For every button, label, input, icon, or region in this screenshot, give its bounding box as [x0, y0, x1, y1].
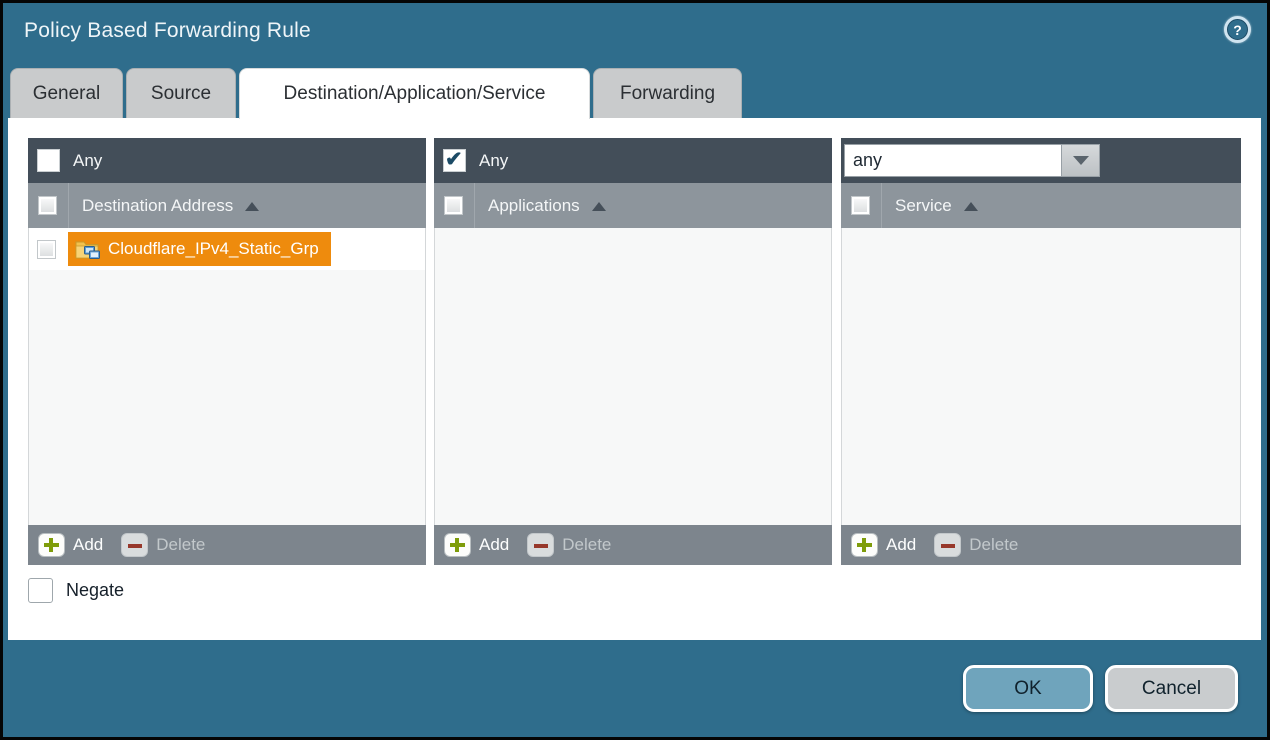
question-mark-icon: ? — [1227, 19, 1248, 40]
header-divider — [68, 183, 69, 228]
service-header-label: Service — [895, 196, 952, 216]
add-button-label: Add — [886, 535, 916, 555]
destination-address-header-label: Destination Address — [82, 196, 233, 216]
delete-button-label: Delete — [156, 535, 205, 555]
ok-button[interactable]: OK — [963, 665, 1093, 712]
delete-button-label: Delete — [562, 535, 611, 555]
service-add-button[interactable]: Add — [851, 533, 916, 557]
tab-source[interactable]: Source — [126, 68, 236, 118]
destination-row-checkbox[interactable] — [37, 240, 56, 259]
plus-icon — [444, 533, 471, 557]
negate-checkbox[interactable] — [28, 578, 53, 603]
dialog-title: Policy Based Forwarding Rule — [24, 19, 311, 43]
add-button-label: Add — [73, 535, 103, 555]
help-icon[interactable]: ? — [1224, 16, 1251, 43]
header-divider — [881, 183, 882, 228]
destination-delete-button[interactable]: Delete — [121, 533, 205, 557]
destination-address-list: Cloudflare_IPv4_Static_Grp — [28, 228, 426, 525]
negate-row: Negate — [28, 578, 124, 603]
destination-footer: Add Delete — [28, 525, 426, 565]
header-divider — [474, 183, 475, 228]
negate-label: Negate — [66, 580, 124, 601]
tab-forwarding[interactable]: Forwarding — [593, 68, 742, 118]
sort-ascending-icon — [964, 202, 978, 211]
service-header[interactable]: Service — [841, 183, 1241, 228]
applications-any-label: Any — [479, 151, 508, 171]
address-group-icon — [75, 238, 101, 260]
applications-select-all-checkbox[interactable] — [444, 196, 463, 215]
service-dropdown[interactable]: any — [844, 144, 1100, 177]
service-dropdown-value[interactable]: any — [844, 144, 1062, 177]
service-list — [841, 228, 1241, 525]
minus-icon — [934, 533, 961, 557]
delete-button-label: Delete — [969, 535, 1018, 555]
sort-ascending-icon — [592, 202, 606, 211]
add-button-label: Add — [479, 535, 509, 555]
applications-any-checkbox[interactable] — [443, 149, 466, 172]
tab-destination-application-service[interactable]: Destination/Application/Service — [239, 68, 590, 119]
applications-add-button[interactable]: Add — [444, 533, 509, 557]
destination-any-checkbox[interactable] — [37, 149, 60, 172]
service-dropdown-button[interactable] — [1062, 144, 1100, 177]
applications-column: Any Applications Add Delete — [434, 138, 832, 565]
sort-ascending-icon — [245, 202, 259, 211]
plus-icon — [38, 533, 65, 557]
applications-footer: Add Delete — [434, 525, 832, 565]
plus-icon — [851, 533, 878, 557]
applications-list — [434, 228, 832, 525]
service-select-all-checkbox[interactable] — [851, 196, 870, 215]
cancel-button[interactable]: Cancel — [1105, 665, 1238, 712]
service-dropdown-row: any — [841, 138, 1241, 183]
service-delete-button[interactable]: Delete — [934, 533, 1018, 557]
destination-select-all-checkbox[interactable] — [38, 196, 57, 215]
minus-icon — [121, 533, 148, 557]
minus-icon — [527, 533, 554, 557]
destination-any-label: Any — [73, 151, 102, 171]
selected-address-object[interactable]: Cloudflare_IPv4_Static_Grp — [68, 232, 331, 266]
destination-any-row: Any — [28, 138, 426, 183]
service-column: any Service Add D — [841, 138, 1241, 565]
destination-address-header[interactable]: Destination Address — [28, 183, 426, 228]
pbf-rule-dialog: Policy Based Forwarding Rule ? General S… — [0, 0, 1270, 740]
chevron-down-icon — [1073, 156, 1089, 165]
address-object-label: Cloudflare_IPv4_Static_Grp — [108, 239, 319, 259]
applications-any-row: Any — [434, 138, 832, 183]
destination-add-button[interactable]: Add — [38, 533, 103, 557]
tab-general[interactable]: General — [10, 68, 123, 118]
destination-address-row[interactable]: Cloudflare_IPv4_Static_Grp — [29, 228, 425, 270]
tab-bar: General Source Destination/Application/S… — [10, 68, 742, 118]
destination-address-column: Any Destination Address — [28, 138, 426, 565]
tab-content-panel: Any Destination Address — [8, 118, 1261, 640]
service-footer: Add Delete — [841, 525, 1241, 565]
applications-delete-button[interactable]: Delete — [527, 533, 611, 557]
applications-header[interactable]: Applications — [434, 183, 832, 228]
applications-header-label: Applications — [488, 196, 580, 216]
